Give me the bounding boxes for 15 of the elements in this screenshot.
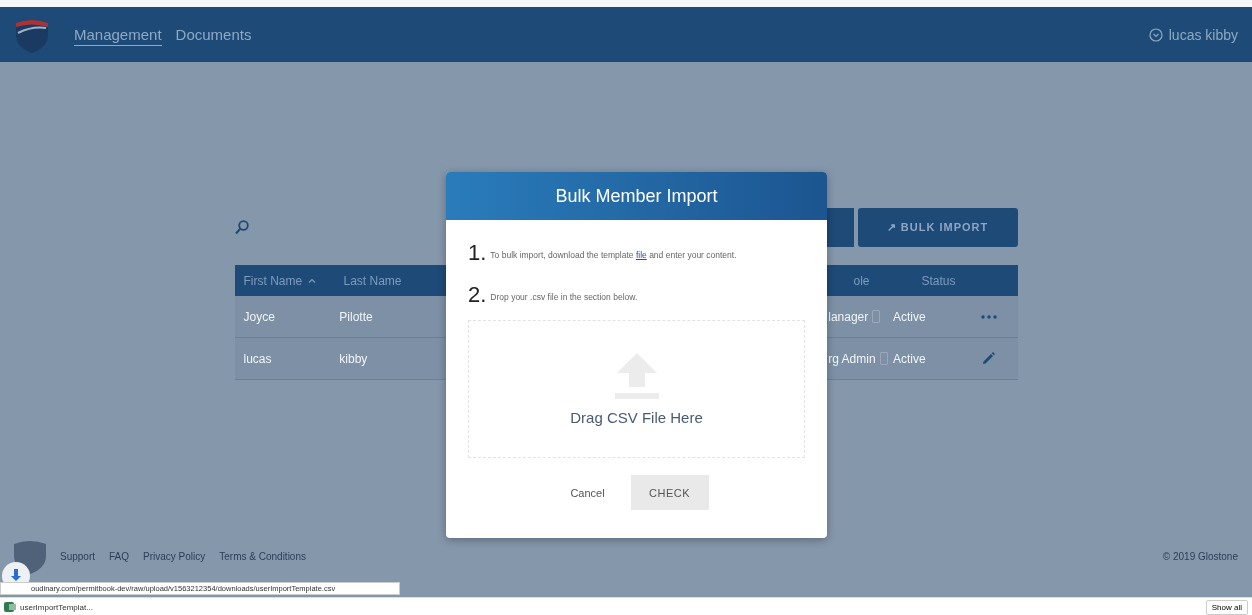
step-number: 2. bbox=[468, 284, 487, 306]
step-number: 1. bbox=[468, 242, 487, 264]
dialog-title: Bulk Member Import bbox=[446, 172, 827, 220]
table-cell: lanager bbox=[828, 309, 869, 324]
table-cell-text: lucas bbox=[243, 351, 273, 366]
table-cell-text: Active bbox=[892, 309, 927, 324]
table-cell-text: Pilotte bbox=[339, 309, 374, 324]
drop-label: Drag CSV File Here bbox=[570, 408, 703, 426]
step-text: To bulk import, download the template file and enter your content. bbox=[490, 250, 737, 262]
table-cell-text: kibby bbox=[339, 351, 369, 366]
table-cell: rg Admin bbox=[828, 351, 876, 366]
table-cell-text: Joyce bbox=[243, 309, 276, 324]
copyright-text: © 2019 Glostone bbox=[1162, 550, 1238, 562]
table-cell-text: Active bbox=[892, 351, 927, 366]
step-text: Drop your .csv file in the section below. bbox=[490, 292, 638, 304]
